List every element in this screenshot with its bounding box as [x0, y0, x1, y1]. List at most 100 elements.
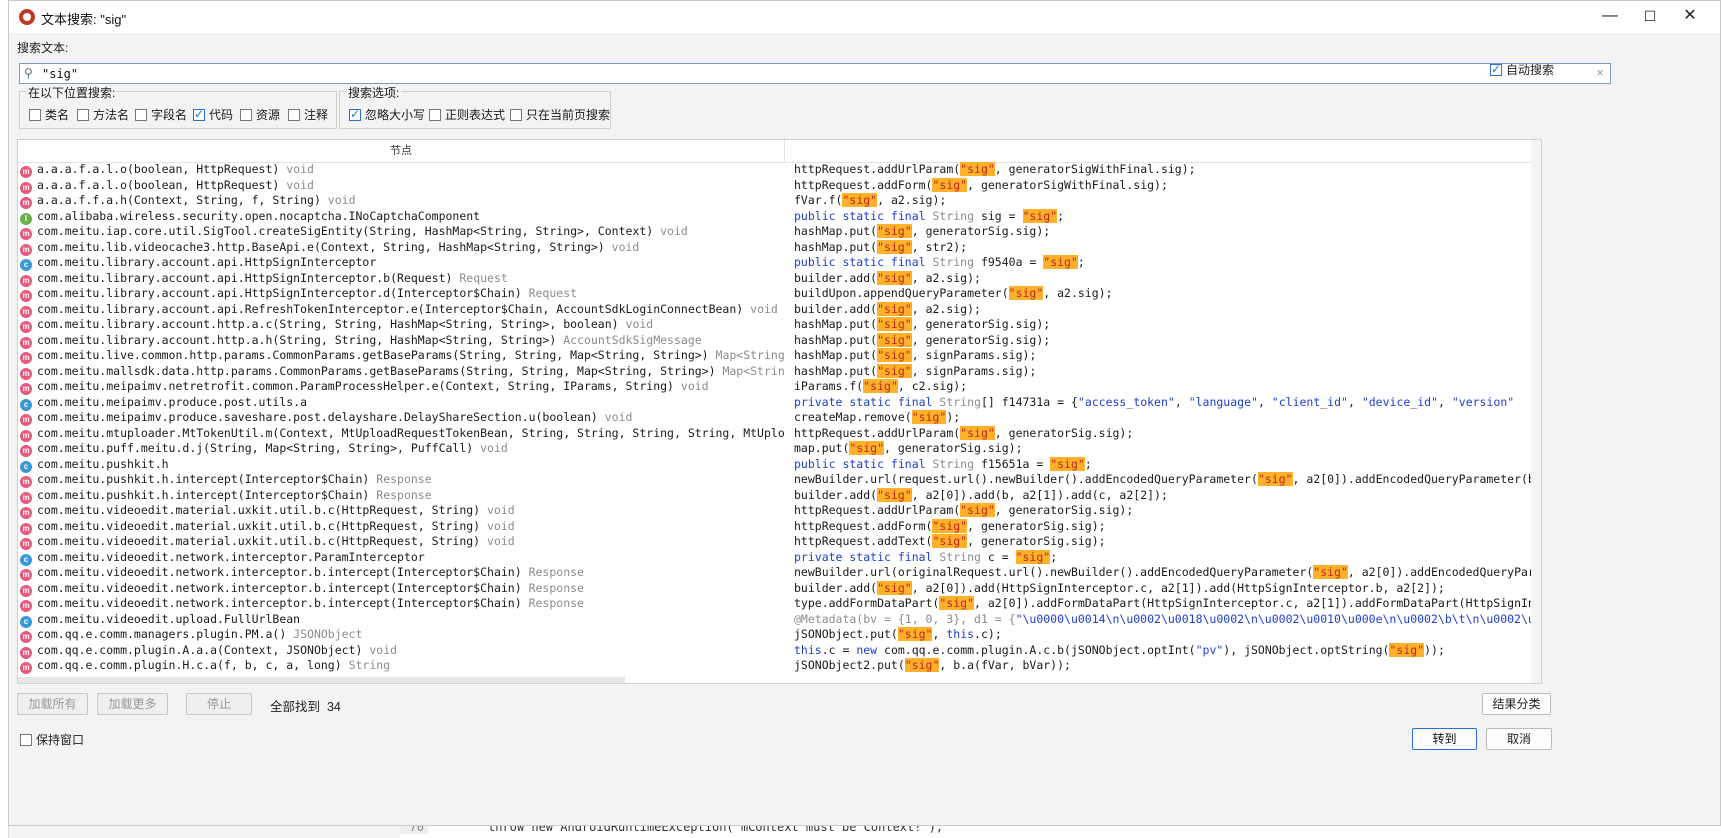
load-more-button[interactable]: 加载更多	[97, 693, 168, 715]
table-row[interactable]: m com.meitu.meipaimv.produce.saveshare.po…	[18, 410, 1541, 426]
code-text: builder.add(	[794, 301, 878, 316]
code-text: , signParams.sig);	[911, 363, 1037, 378]
table-row[interactable]: m com.meitu.pushkit.h.intercept(Intercept…	[18, 472, 1541, 488]
table-row[interactable]: c com.meitu.meipaimv.produce.post.utils.a…	[18, 395, 1541, 411]
table-row[interactable]: c com.meitu.videoedit.upload.FullUrlBean @…	[18, 612, 1541, 628]
option-field-name[interactable]: 字段名	[135, 106, 187, 123]
current-page-label: 只在当前页搜索	[526, 108, 611, 122]
code-text: , generatorSig.sig);	[967, 518, 1106, 533]
code-text: ;	[1084, 456, 1092, 471]
code-match-highlight: "sig"	[1043, 255, 1078, 269]
code-match-highlight: "sig"	[1313, 565, 1348, 579]
option-method-name[interactable]: 方法名	[77, 106, 129, 123]
code-cell: createMap.remove("sig");	[794, 410, 1541, 426]
maximize-button[interactable]: ☐	[1628, 1, 1672, 33]
table-row[interactable]: m a.a.a.f.a.l.o(boolean, HttpRequest) voi…	[18, 177, 1541, 194]
table-row[interactable]: m com.qq.e.comm.plugin.H.c.a(f, b, c, a, …	[18, 658, 1541, 674]
table-row[interactable]: m com.meitu.videoedit.network.interceptor…	[18, 565, 1541, 581]
table-row[interactable]: c com.meitu.videoedit.network.interceptor…	[18, 549, 1541, 566]
table-row[interactable]: m com.meitu.pushkit.h.intercept(Intercept…	[18, 487, 1541, 504]
table-row[interactable]: m com.meitu.lib.videocache3.http.BaseApi.…	[18, 239, 1541, 256]
table-row[interactable]: Icom.alibaba.wireless.security.open.noca…	[18, 208, 1541, 225]
code-text: hashMap.put(	[794, 317, 878, 331]
node-cell: m com.meitu.mtuploader.MtTokenUtil.m(Cont…	[18, 426, 785, 442]
table-row[interactable]: m com.meitu.videoedit.network.interceptor…	[18, 580, 1541, 597]
table-row[interactable]: c com.meitu.pushkit.h public static final …	[18, 456, 1541, 473]
stop-button[interactable]: 停止	[186, 693, 252, 715]
option-comment[interactable]: 注释	[288, 106, 328, 123]
table-row[interactable]: m com.meitu.library.account.http.a.h(Stri…	[18, 332, 1541, 349]
horizontal-scrollbar[interactable]	[18, 677, 625, 683]
node-signature: com.meitu.library.account.api.RefreshTok…	[37, 301, 744, 316]
node-cell: Icom.alibaba.wireless.security.open.noca…	[18, 209, 785, 225]
column-header-node[interactable]: 节点	[18, 140, 785, 162]
node-cell: m com.qq.e.comm.managers.plugin.PM.a() JS…	[18, 627, 785, 643]
method-icon: m	[20, 662, 32, 674]
table-row[interactable]: m com.meitu.library.account.api.HttpSignI…	[18, 270, 1541, 287]
class-icon: c	[20, 553, 32, 566]
class-icon: c	[20, 259, 32, 271]
auto-search-checkbox[interactable]: 自动搜索	[1490, 61, 1554, 78]
goto-button[interactable]: 转到	[1412, 728, 1477, 750]
table-row[interactable]: m com.meitu.library.account.api.RefreshTo…	[18, 301, 1541, 318]
table-row[interactable]: m a.a.a.f.f.a.h(Context, String, f, Strin…	[18, 193, 1541, 209]
node-cell: c com.meitu.meipaimv.produce.post.utils.a	[18, 395, 785, 411]
code-keyword: private static final	[794, 394, 940, 409]
code-cell: builder.add("sig", a2.sig);	[794, 301, 1541, 318]
table-row[interactable]: m com.meitu.live.common.http.params.Commo…	[18, 348, 1541, 364]
minimize-button[interactable]: —	[1588, 1, 1632, 33]
table-row[interactable]: m com.qq.e.comm.managers.plugin.PM.a() JS…	[18, 627, 1541, 643]
method-icon: m	[20, 569, 32, 581]
found-count: 34	[326, 700, 341, 714]
clear-search-icon[interactable]: ×	[1596, 65, 1604, 80]
table-row[interactable]: m com.meitu.videoedit.material.uxkit.util…	[18, 518, 1541, 535]
node-signature: com.meitu.videoedit.material.uxkit.util.…	[37, 518, 481, 533]
option-regex[interactable]: 正则表达式	[429, 106, 505, 123]
option-class-name[interactable]: 类名	[29, 106, 69, 123]
class-icon: c	[20, 398, 32, 411]
table-row[interactable]: m com.meitu.puff.meitu.d.j(String, Map<St…	[18, 441, 1541, 457]
table-row[interactable]: m com.meitu.meipaimv.netretrofit.common.P…	[18, 379, 1541, 395]
table-row[interactable]: m com.meitu.videoedit.material.uxkit.util…	[18, 534, 1541, 550]
table-row[interactable]: m com.meitu.library.account.http.a.c(Stri…	[18, 317, 1541, 333]
group-results-button[interactable]: 结果分类	[1482, 693, 1551, 715]
node-cell: m com.meitu.meipaimv.netretrofit.common.P…	[18, 379, 785, 395]
table-row[interactable]: m com.meitu.iap.core.util.SigTool.createS…	[18, 224, 1541, 240]
method-icon: m	[20, 538, 32, 550]
search-input[interactable]: ⚲ "sig" ×	[19, 63, 1611, 84]
code-text: map.put(	[794, 441, 850, 455]
table-row[interactable]: c com.meitu.library.account.api.HttpSignI…	[18, 255, 1541, 271]
code-cell: hashMap.put("sig", generatorSig.sig);	[794, 332, 1541, 349]
node-signature: com.meitu.videoedit.network.interceptor.…	[37, 580, 522, 595]
table-row[interactable]: m com.meitu.mtuploader.MtTokenUtil.m(Cont…	[18, 425, 1541, 442]
keep-window-checkbox[interactable]: 保持窗口	[20, 731, 84, 748]
table-row[interactable]: m com.meitu.mallsdk.data.http.params.Comm…	[18, 363, 1541, 380]
vertical-scrollbar[interactable]	[1531, 140, 1541, 683]
code-text: f15651a =	[974, 456, 1051, 471]
table-row[interactable]: m com.qq.e.comm.plugin.A.a.a(Context, JSO…	[18, 642, 1541, 659]
code-string: "version"	[1451, 394, 1515, 409]
code-text: , c2.sig);	[897, 379, 968, 393]
option-current-page[interactable]: 只在当前页搜索	[510, 106, 610, 123]
node-cell: m com.meitu.live.common.http.params.Commo…	[18, 348, 785, 364]
option-ignore-case[interactable]: 忽略大小写	[349, 106, 425, 123]
code-text: ));	[1424, 642, 1445, 657]
table-row[interactable]: m com.meitu.videoedit.network.interceptor…	[18, 596, 1541, 612]
code-match-highlight: "sig"	[904, 658, 940, 672]
return-type: Response	[521, 565, 584, 579]
return-type: void	[480, 518, 515, 533]
table-row[interactable]: m com.meitu.videoedit.material.uxkit.util…	[18, 503, 1541, 519]
option-resource[interactable]: 资源	[240, 106, 280, 123]
code-text: buildUpon.appendQueryParameter(	[794, 286, 1009, 300]
code-text: , a2.sig);	[911, 301, 981, 316]
load-all-button[interactable]: 加载所有	[17, 693, 88, 715]
table-row[interactable]: m com.meitu.library.account.api.HttpSignI…	[18, 286, 1541, 302]
table-row[interactable]: m a.a.a.f.a.l.o(boolean, HttpRequest) voi…	[18, 162, 1541, 178]
cancel-button[interactable]: 取消	[1486, 728, 1552, 750]
option-code[interactable]: 代码	[193, 106, 233, 123]
code-keyword: this	[946, 627, 975, 641]
code-match-highlight: "sig"	[1015, 549, 1051, 564]
close-button[interactable]: ✕	[1668, 1, 1712, 33]
search-in-title: 在以下位置搜索:	[26, 84, 118, 101]
code-match-highlight: "sig"	[911, 410, 947, 424]
